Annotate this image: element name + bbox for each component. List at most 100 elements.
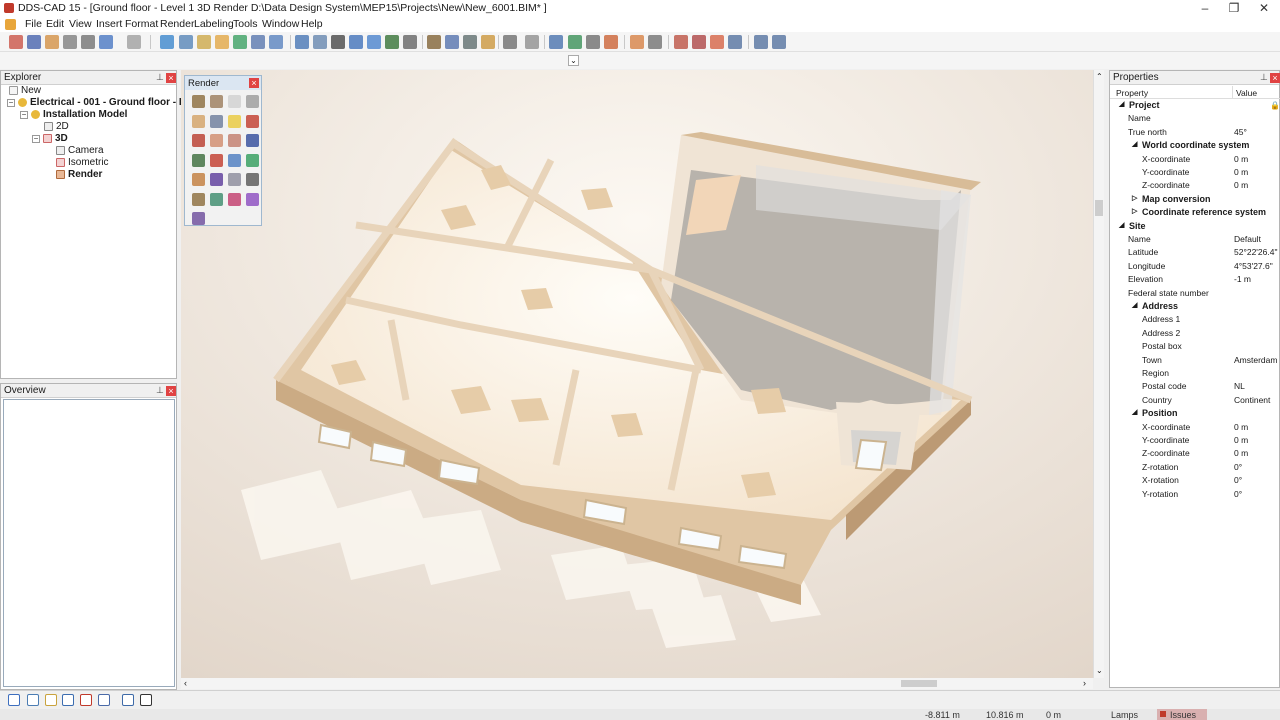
layer-box-icon[interactable] (228, 153, 241, 167)
measure-axis-icon[interactable] (98, 694, 110, 706)
pin-icon[interactable]: ⊥ (156, 385, 164, 396)
refresh-green-icon[interactable] (246, 153, 259, 167)
cable-icon[interactable] (692, 35, 706, 49)
3d-render-viewport[interactable] (181, 70, 1093, 678)
horizontal-scroll-thumb[interactable] (901, 680, 937, 687)
layers-icon[interactable] (251, 35, 265, 49)
property-row[interactable]: Postal box (1110, 340, 1280, 353)
property-row[interactable]: X-coordinate 0 m (1110, 421, 1280, 434)
cross-icon[interactable] (210, 153, 223, 167)
property-row[interactable]: Address 2 (1110, 327, 1280, 340)
select-icon[interactable] (269, 35, 283, 49)
menu-help[interactable]: Help (301, 18, 323, 30)
sphere2-icon[interactable] (228, 173, 241, 186)
collapse-icon[interactable]: − (7, 98, 15, 107)
property-value[interactable]: 0° (1234, 462, 1242, 472)
property-value[interactable]: 4°53'27.6" (1234, 261, 1273, 271)
property-value[interactable]: 0 m (1234, 167, 1248, 177)
print-icon[interactable] (63, 35, 77, 49)
property-value[interactable]: 0 m (1234, 154, 1248, 164)
cube-red2-icon[interactable] (192, 134, 205, 147)
property-group[interactable]: ◢ Address (1110, 300, 1280, 313)
vertical-scroll-thumb[interactable] (1095, 200, 1103, 216)
tool-icon[interactable] (210, 173, 223, 186)
light-icon[interactable] (228, 114, 241, 128)
refresh-icon[interactable] (233, 35, 247, 49)
orbit-icon[interactable] (215, 35, 229, 49)
menu-file[interactable]: File (25, 18, 42, 30)
expanded-icon[interactable]: ◢ (1132, 140, 1137, 148)
view-options-icon[interactable] (122, 694, 134, 706)
close-icon[interactable]: × (166, 386, 176, 396)
paste-icon[interactable] (630, 35, 644, 49)
snap-icon[interactable] (445, 35, 459, 49)
property-row[interactable]: Country Continent (1110, 394, 1280, 407)
material3-icon[interactable] (228, 134, 241, 147)
mirror-icon[interactable] (80, 694, 92, 706)
property-value[interactable]: Continent (1234, 395, 1270, 405)
redo-icon[interactable] (127, 35, 141, 49)
property-row[interactable]: Latitude 52°22'26.4" (1110, 246, 1280, 259)
menu-labeling[interactable]: Labeling (194, 18, 234, 30)
property-group[interactable]: ▷ Map conversion (1110, 193, 1280, 206)
grid-color-icon[interactable] (228, 192, 241, 206)
sphere-icon[interactable] (246, 95, 259, 108)
expanded-icon[interactable]: ◢ (1119, 221, 1124, 229)
property-row[interactable]: Region (1110, 367, 1280, 380)
frame-icon[interactable] (367, 35, 381, 49)
pan-icon[interactable] (197, 35, 211, 49)
tree-item-installation-model[interactable]: − Installation Model (20, 109, 127, 120)
cube-box-icon[interactable] (192, 114, 205, 128)
menu-edit[interactable]: Edit (46, 18, 64, 30)
scroll-down-icon[interactable]: ⌄ (1096, 666, 1103, 675)
tree-item-isometric[interactable]: Isometric (56, 157, 109, 168)
property-group[interactable]: ◢ Project (1110, 99, 1280, 112)
new-icon[interactable] (9, 35, 23, 49)
window-tile-icon[interactable] (728, 35, 742, 49)
grid-toggle-icon[interactable] (27, 694, 39, 706)
collapse-icon[interactable]: − (32, 134, 40, 143)
tree-item-2d[interactable]: 2D (44, 121, 69, 132)
filter-icon[interactable] (349, 35, 363, 49)
equipment-icon[interactable] (674, 35, 688, 49)
sun-icon[interactable] (481, 35, 495, 49)
pin-icon[interactable]: ⊥ (1260, 72, 1268, 83)
property-row[interactable]: Elevation -1 m (1110, 273, 1280, 286)
expanded-icon[interactable]: ◢ (1119, 100, 1124, 108)
horizontal-scrollbar[interactable]: ‹ › (181, 678, 1093, 689)
zoom-all-icon[interactable] (331, 35, 345, 49)
property-value[interactable]: 45° (1234, 127, 1247, 137)
minimize-button[interactable]: – (1190, 0, 1220, 17)
tree-item-render[interactable]: Render (56, 169, 102, 180)
close-icon[interactable]: × (1270, 73, 1280, 83)
property-value[interactable]: 52°22'26.4" (1234, 247, 1278, 257)
overview-canvas[interactable] (3, 399, 175, 687)
tools-icon[interactable] (648, 35, 662, 49)
eye-icon[interactable] (385, 35, 399, 49)
property-row[interactable]: Z-coordinate 0 m (1110, 447, 1280, 460)
close-view-icon[interactable] (140, 694, 152, 706)
issues-badge[interactable]: Issues (1157, 709, 1207, 720)
menu-format[interactable]: Format (125, 18, 158, 30)
menu-view[interactable]: View (69, 18, 92, 30)
shade-icon[interactable] (192, 95, 205, 108)
maximize-button[interactable]: ❐ (1219, 0, 1249, 17)
property-row[interactable]: Address 1 (1110, 313, 1280, 326)
property-value[interactable]: 0° (1234, 475, 1242, 485)
measure-icon[interactable] (427, 35, 441, 49)
collapse-icon[interactable]: − (20, 110, 28, 119)
vertical-scrollbar[interactable]: ⌃ ⌄ (1093, 70, 1104, 678)
scroll-left-icon[interactable]: ‹ (184, 678, 187, 688)
camera-icon[interactable] (246, 173, 259, 186)
property-row[interactable]: X-rotation 0° (1110, 474, 1280, 487)
expanded-icon[interactable]: ◢ (1132, 408, 1137, 416)
cut-icon[interactable] (525, 35, 539, 49)
window-max-icon[interactable] (772, 35, 786, 49)
person-walk-icon[interactable] (192, 173, 205, 186)
property-row[interactable]: Y-coordinate 0 m (1110, 434, 1280, 447)
list-icon[interactable] (586, 35, 600, 49)
window-split-icon[interactable] (754, 35, 768, 49)
close-button[interactable]: ✕ (1249, 0, 1279, 17)
save-icon[interactable] (27, 35, 41, 49)
person-icon[interactable] (246, 134, 259, 147)
